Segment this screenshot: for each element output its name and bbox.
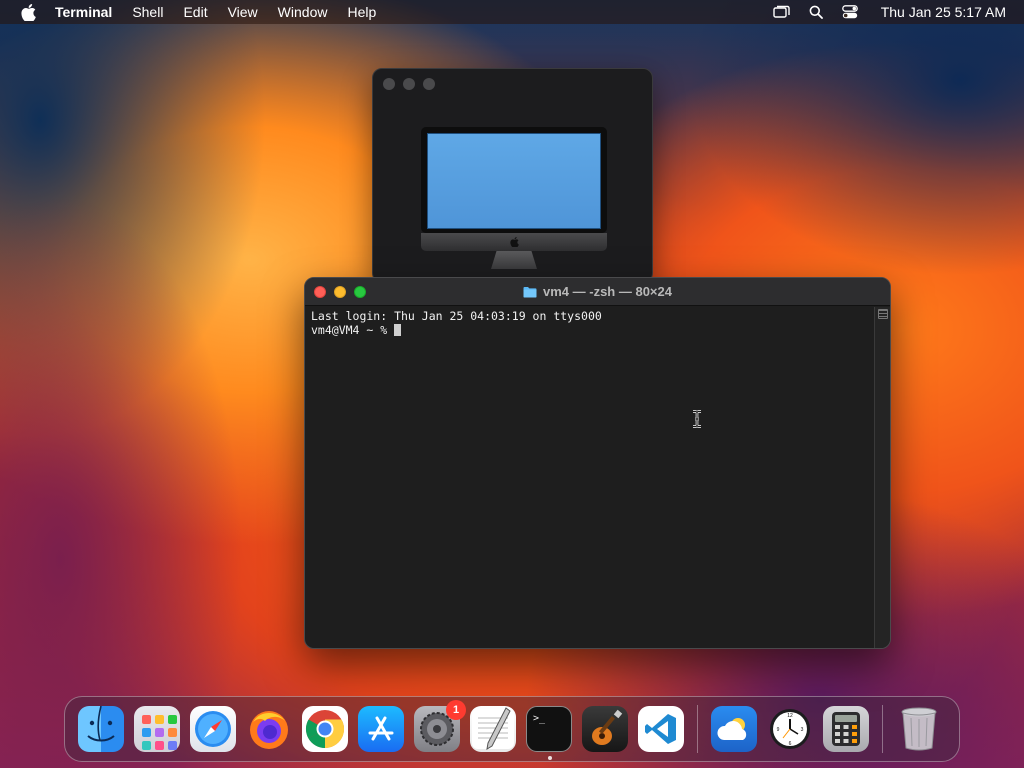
dock-item-trash[interactable] [896,706,942,752]
firefox-icon [250,711,288,749]
dock-item-calculator[interactable] [823,706,869,752]
imac-illustration-icon [421,127,607,269]
calculator-icon [832,712,860,746]
dock-item-system-settings[interactable]: 1 [414,700,466,752]
launchpad-tile [142,715,151,724]
background-window[interactable] [372,68,653,283]
minimize-button[interactable] [334,286,346,298]
inactive-close-button[interactable] [383,78,395,90]
launchpad-tile [168,715,177,724]
dock-item-app-store[interactable] [358,706,404,752]
garageband-icon [592,709,623,745]
dock-item-weather[interactable] [711,706,757,752]
chrome-icon [305,710,345,749]
launchpad-tile [168,741,177,750]
terminal-title: vm4 — -zsh — 80×24 [523,284,672,299]
folder-icon [523,286,537,298]
dock-item-garageband[interactable] [582,706,628,752]
dock: 1 >_ 12 3 6 9 [64,696,960,762]
imac-stand [491,251,537,269]
launchpad-tile [168,728,177,737]
inactive-maximize-button[interactable] [423,78,435,90]
weather-icon [717,718,747,740]
menu-help[interactable]: Help [337,0,386,24]
menu-bar-clock[interactable]: Thu Jan 25 5:17 AM [881,4,1006,20]
terminal-prompt-line[interactable]: vm4@VM4 ~ % [311,323,870,337]
text-cursor [394,324,402,336]
finder-icon [87,706,115,742]
dock-item-terminal[interactable]: >_ [526,706,572,760]
split-pane-icon[interactable] [878,309,888,319]
notification-badge: 1 [446,700,466,720]
menu-window[interactable]: Window [268,0,338,24]
launchpad-tile [155,728,164,737]
dock-item-finder[interactable] [78,706,124,752]
svg-text:12: 12 [787,713,793,719]
apple-menu-icon[interactable] [17,0,39,24]
terminal-line: Last login: Thu Jan 25 04:03:19 on ttys0… [311,309,602,323]
menu-shell[interactable]: Shell [122,0,173,24]
dock-separator [697,705,698,753]
inactive-minimize-button[interactable] [403,78,415,90]
vscode-icon [645,714,676,744]
imac-screen [427,133,601,229]
dock-item-launchpad[interactable] [134,706,180,752]
safari-icon [195,711,231,747]
textedit-icon [472,707,514,750]
menu-bar-status-area: Thu Jan 25 5:17 AM [765,0,1024,24]
menu-view[interactable]: View [218,0,268,24]
running-indicator [548,756,552,760]
dock-item-safari[interactable] [190,706,236,752]
clock-icon: 12 3 6 9 [770,709,810,749]
imac-screen-frame [421,127,607,233]
terminal-content[interactable]: Last login: Thu Jan 25 04:03:19 on ttys0… [305,307,876,648]
terminal-window[interactable]: vm4 — -zsh — 80×24 Last login: Thu Jan 2… [304,277,891,649]
ibeam-cursor-icon [692,410,702,428]
terminal-title-text: vm4 — -zsh — 80×24 [543,284,672,299]
terminal-icon: >_ [533,713,546,724]
menu-app-name[interactable]: Terminal [51,0,122,24]
dock-separator [882,705,883,753]
control-center-icon[interactable] [839,0,861,24]
svg-text:3: 3 [801,727,804,733]
svg-text:9: 9 [777,727,780,733]
launchpad-tile [155,741,164,750]
dock-item-clock[interactable]: 12 3 6 9 [767,706,813,752]
imac-chin [421,233,607,251]
terminal-scrollbar[interactable] [874,307,890,648]
terminal-title-bar[interactable]: vm4 — -zsh — 80×24 [305,278,890,306]
menu-edit[interactable]: Edit [173,0,217,24]
svg-text:6: 6 [789,741,792,747]
maximize-button[interactable] [354,286,366,298]
dock-item-firefox[interactable] [246,706,292,752]
window-controls [314,286,366,298]
background-window-controls [383,78,435,90]
dock-item-textedit[interactable] [470,706,516,752]
dock-item-vscode[interactable] [638,706,684,752]
dock-item-chrome[interactable] [302,706,348,752]
app-store-icon [368,716,394,741]
close-button[interactable] [314,286,326,298]
menu-bar: Terminal Shell Edit View Window Help Thu… [0,0,1024,24]
terminal-prompt: vm4@VM4 ~ % [311,323,395,337]
search-icon[interactable] [805,0,827,24]
launchpad-tile [142,728,151,737]
screen-mirroring-icon[interactable] [771,0,793,24]
trash-icon [901,707,937,751]
launchpad-tile [155,715,164,724]
launchpad-tile [142,741,151,750]
